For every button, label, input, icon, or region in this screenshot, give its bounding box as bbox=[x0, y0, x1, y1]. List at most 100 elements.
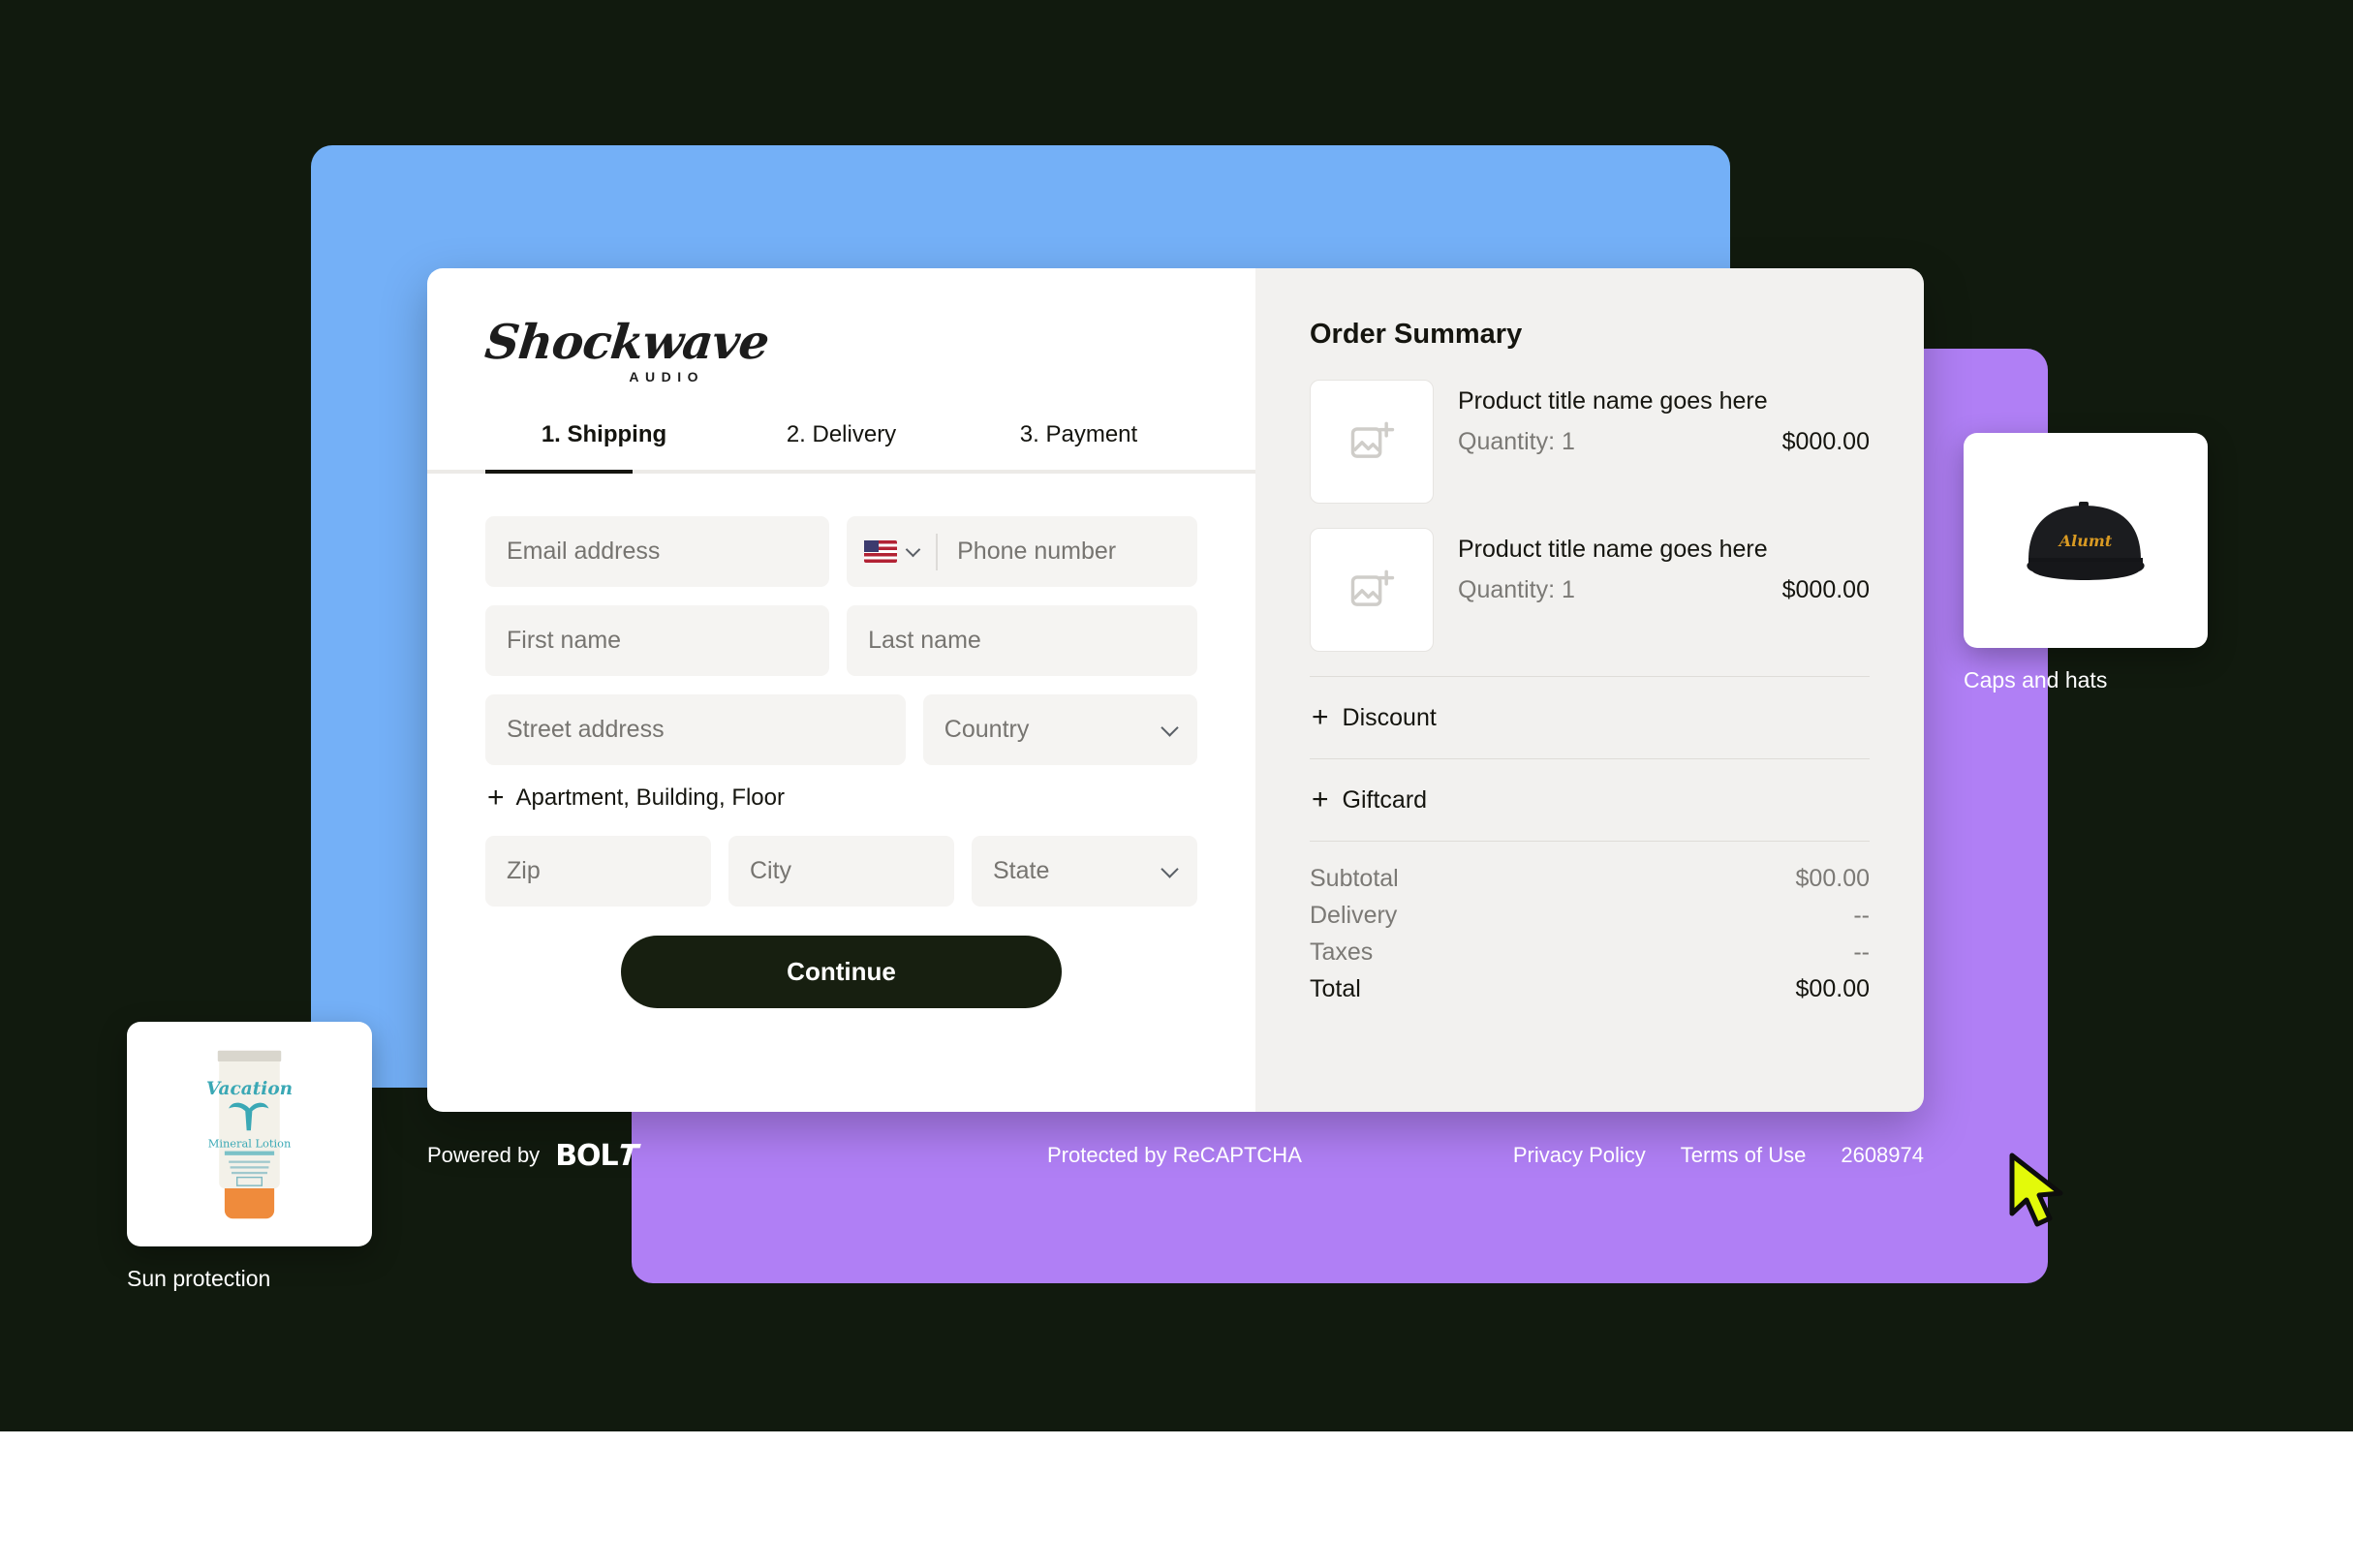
terms-of-use-link[interactable]: Terms of Use bbox=[1681, 1143, 1807, 1168]
zip-placeholder: Zip bbox=[507, 857, 541, 884]
logo-wordmark: Shockwave bbox=[482, 314, 772, 370]
city-field[interactable]: City bbox=[728, 836, 954, 907]
country-select[interactable]: Country bbox=[922, 694, 1197, 765]
street-placeholder: Street address bbox=[507, 716, 665, 743]
country-placeholder: Country bbox=[944, 716, 1030, 743]
total-row-total: Total $00.00 bbox=[1310, 975, 1870, 1003]
total-value: $00.00 bbox=[1795, 975, 1870, 1002]
first-name-field[interactable]: First name bbox=[485, 605, 830, 676]
tab-active-underline bbox=[485, 470, 633, 474]
plus-icon: + bbox=[487, 782, 505, 814]
sunscreen-tube-image: Vacation Mineral Lotion bbox=[127, 1022, 372, 1246]
order-item-title: Product title name goes here bbox=[1458, 536, 1768, 563]
order-item-meta: Quantity: 1 $000.00 bbox=[1458, 576, 1870, 604]
product-thumbnail bbox=[1310, 528, 1434, 652]
order-item-quantity: Quantity: 1 bbox=[1458, 428, 1575, 455]
giftcard-label: Giftcard bbox=[1342, 785, 1428, 814]
order-item-title: Product title name goes here bbox=[1458, 387, 1768, 415]
plus-icon: + bbox=[1312, 701, 1329, 733]
subtotal-label: Subtotal bbox=[1310, 865, 1399, 892]
order-item-body: Product title name goes here Quantity: 1… bbox=[1458, 528, 1870, 652]
checkout-card: Shockwave AUDIO 1. Shipping 2. Delivery … bbox=[427, 268, 1924, 1112]
shipping-form: Email address Phone number First name La bbox=[485, 516, 1197, 1008]
total-row-delivery: Delivery -- bbox=[1310, 902, 1870, 930]
powered-by-bolt: Powered by BOL T bbox=[427, 1138, 641, 1173]
add-discount-button[interactable]: + Discount bbox=[1310, 677, 1870, 758]
tab-delivery[interactable]: 2. Delivery bbox=[723, 421, 960, 470]
sunscreen-tube-graphic: Vacation Mineral Lotion bbox=[206, 1050, 293, 1218]
first-name-placeholder: First name bbox=[507, 627, 622, 654]
product-card-caps-and-hats[interactable]: Alumt Caps and hats bbox=[1964, 433, 2208, 693]
black-cap-graphic: Alumt bbox=[2027, 502, 2145, 580]
checkout-footer: Powered by BOL T Protected by ReCAPTCHA P… bbox=[427, 1126, 1924, 1184]
taxes-label: Taxes bbox=[1310, 938, 1374, 966]
product-card-label: Sun protection bbox=[127, 1266, 271, 1291]
add-apartment-label: Apartment, Building, Floor bbox=[515, 784, 785, 811]
svg-text:Alumt: Alumt bbox=[2058, 532, 2113, 550]
subtotal-value: $00.00 bbox=[1795, 865, 1870, 892]
tab-payment[interactable]: 3. Payment bbox=[960, 421, 1197, 470]
bolt-logo-text: BOL bbox=[555, 1138, 618, 1173]
delivery-label: Delivery bbox=[1310, 902, 1398, 929]
total-row-subtotal: Subtotal $00.00 bbox=[1310, 865, 1870, 893]
add-giftcard-button[interactable]: + Giftcard bbox=[1310, 759, 1870, 841]
email-placeholder: Email address bbox=[507, 538, 661, 565]
last-name-placeholder: Last name bbox=[868, 627, 981, 654]
email-field[interactable]: Email address bbox=[485, 516, 830, 587]
image-placeholder-icon bbox=[1350, 421, 1395, 458]
chevron-down-icon bbox=[1161, 719, 1179, 737]
form-row-contact: Email address Phone number bbox=[485, 516, 1197, 587]
city-placeholder: City bbox=[750, 857, 792, 884]
screenshot-stage: Shockwave AUDIO 1. Shipping 2. Delivery … bbox=[0, 0, 2353, 1568]
order-item-price: $000.00 bbox=[1781, 576, 1870, 603]
zip-field[interactable]: Zip bbox=[485, 836, 711, 907]
chevron-down-icon[interactable] bbox=[905, 541, 921, 558]
street-address-field[interactable]: Street address bbox=[485, 694, 906, 765]
bolt-logo: BOL T bbox=[555, 1138, 641, 1173]
discount-label: Discount bbox=[1342, 703, 1437, 731]
order-summary-title: Order Summary bbox=[1310, 319, 1523, 350]
field-divider bbox=[936, 533, 939, 570]
page-bottom-whitespace bbox=[0, 1431, 2353, 1568]
order-item-price: $000.00 bbox=[1781, 428, 1870, 455]
state-select[interactable]: State bbox=[972, 836, 1197, 907]
phone-field-group[interactable]: Phone number bbox=[847, 516, 1197, 587]
continue-button[interactable]: Continue bbox=[621, 936, 1062, 1008]
total-label: Total bbox=[1310, 975, 1361, 1002]
order-number: 2608974 bbox=[1841, 1143, 1924, 1167]
footer-links: Privacy Policy Terms of Use 2608974 bbox=[1513, 1143, 1924, 1168]
product-thumbnail bbox=[1310, 380, 1434, 504]
order-item: Product title name goes here Quantity: 1… bbox=[1310, 380, 1870, 504]
add-apartment-link[interactable]: + Apartment, Building, Floor bbox=[487, 784, 1197, 813]
phone-placeholder: Phone number bbox=[957, 538, 1117, 565]
powered-by-label: Powered by bbox=[427, 1143, 541, 1167]
us-flag-icon bbox=[864, 540, 898, 563]
tab-shipping[interactable]: 1. Shipping bbox=[485, 421, 723, 470]
form-row-region: Zip City State bbox=[485, 836, 1197, 907]
last-name-field[interactable]: Last name bbox=[847, 605, 1197, 676]
delivery-value: -- bbox=[1853, 902, 1870, 929]
logo-subtitle: AUDIO bbox=[629, 369, 704, 384]
recaptcha-notice: Protected by ReCAPTCHA bbox=[1047, 1143, 1302, 1167]
checkout-steps-tabs: 1. Shipping 2. Delivery 3. Payment bbox=[485, 421, 1197, 470]
svg-text:Vacation: Vacation bbox=[206, 1079, 293, 1099]
privacy-policy-link[interactable]: Privacy Policy bbox=[1513, 1143, 1646, 1168]
image-placeholder-icon bbox=[1350, 569, 1395, 606]
order-item: Product title name goes here Quantity: 1… bbox=[1310, 528, 1870, 652]
tab-track bbox=[427, 470, 1255, 474]
shipping-form-pane: Shockwave AUDIO 1. Shipping 2. Delivery … bbox=[427, 268, 1255, 1112]
product-card-label: Caps and hats bbox=[1964, 667, 2108, 692]
mouse-cursor bbox=[2009, 1153, 2063, 1227]
order-summary-pane: Order Summary Product title name goes he… bbox=[1255, 268, 1924, 1112]
black-cap-image: Alumt bbox=[1964, 433, 2208, 648]
total-row-taxes: Taxes -- bbox=[1310, 938, 1870, 967]
product-card-sun-protection[interactable]: Vacation Mineral Lotion Sun protection bbox=[127, 1022, 372, 1292]
taxes-value: -- bbox=[1853, 938, 1870, 966]
state-placeholder: State bbox=[993, 857, 1050, 884]
order-totals: Subtotal $00.00 Delivery -- Taxes -- Tot… bbox=[1310, 842, 1870, 1003]
svg-text:Mineral Lotion: Mineral Lotion bbox=[208, 1136, 292, 1150]
form-row-address: Street address Country bbox=[485, 694, 1197, 765]
order-item-quantity: Quantity: 1 bbox=[1458, 576, 1575, 603]
order-item-meta: Quantity: 1 $000.00 bbox=[1458, 428, 1870, 456]
store-logo: Shockwave AUDIO bbox=[482, 314, 1197, 408]
